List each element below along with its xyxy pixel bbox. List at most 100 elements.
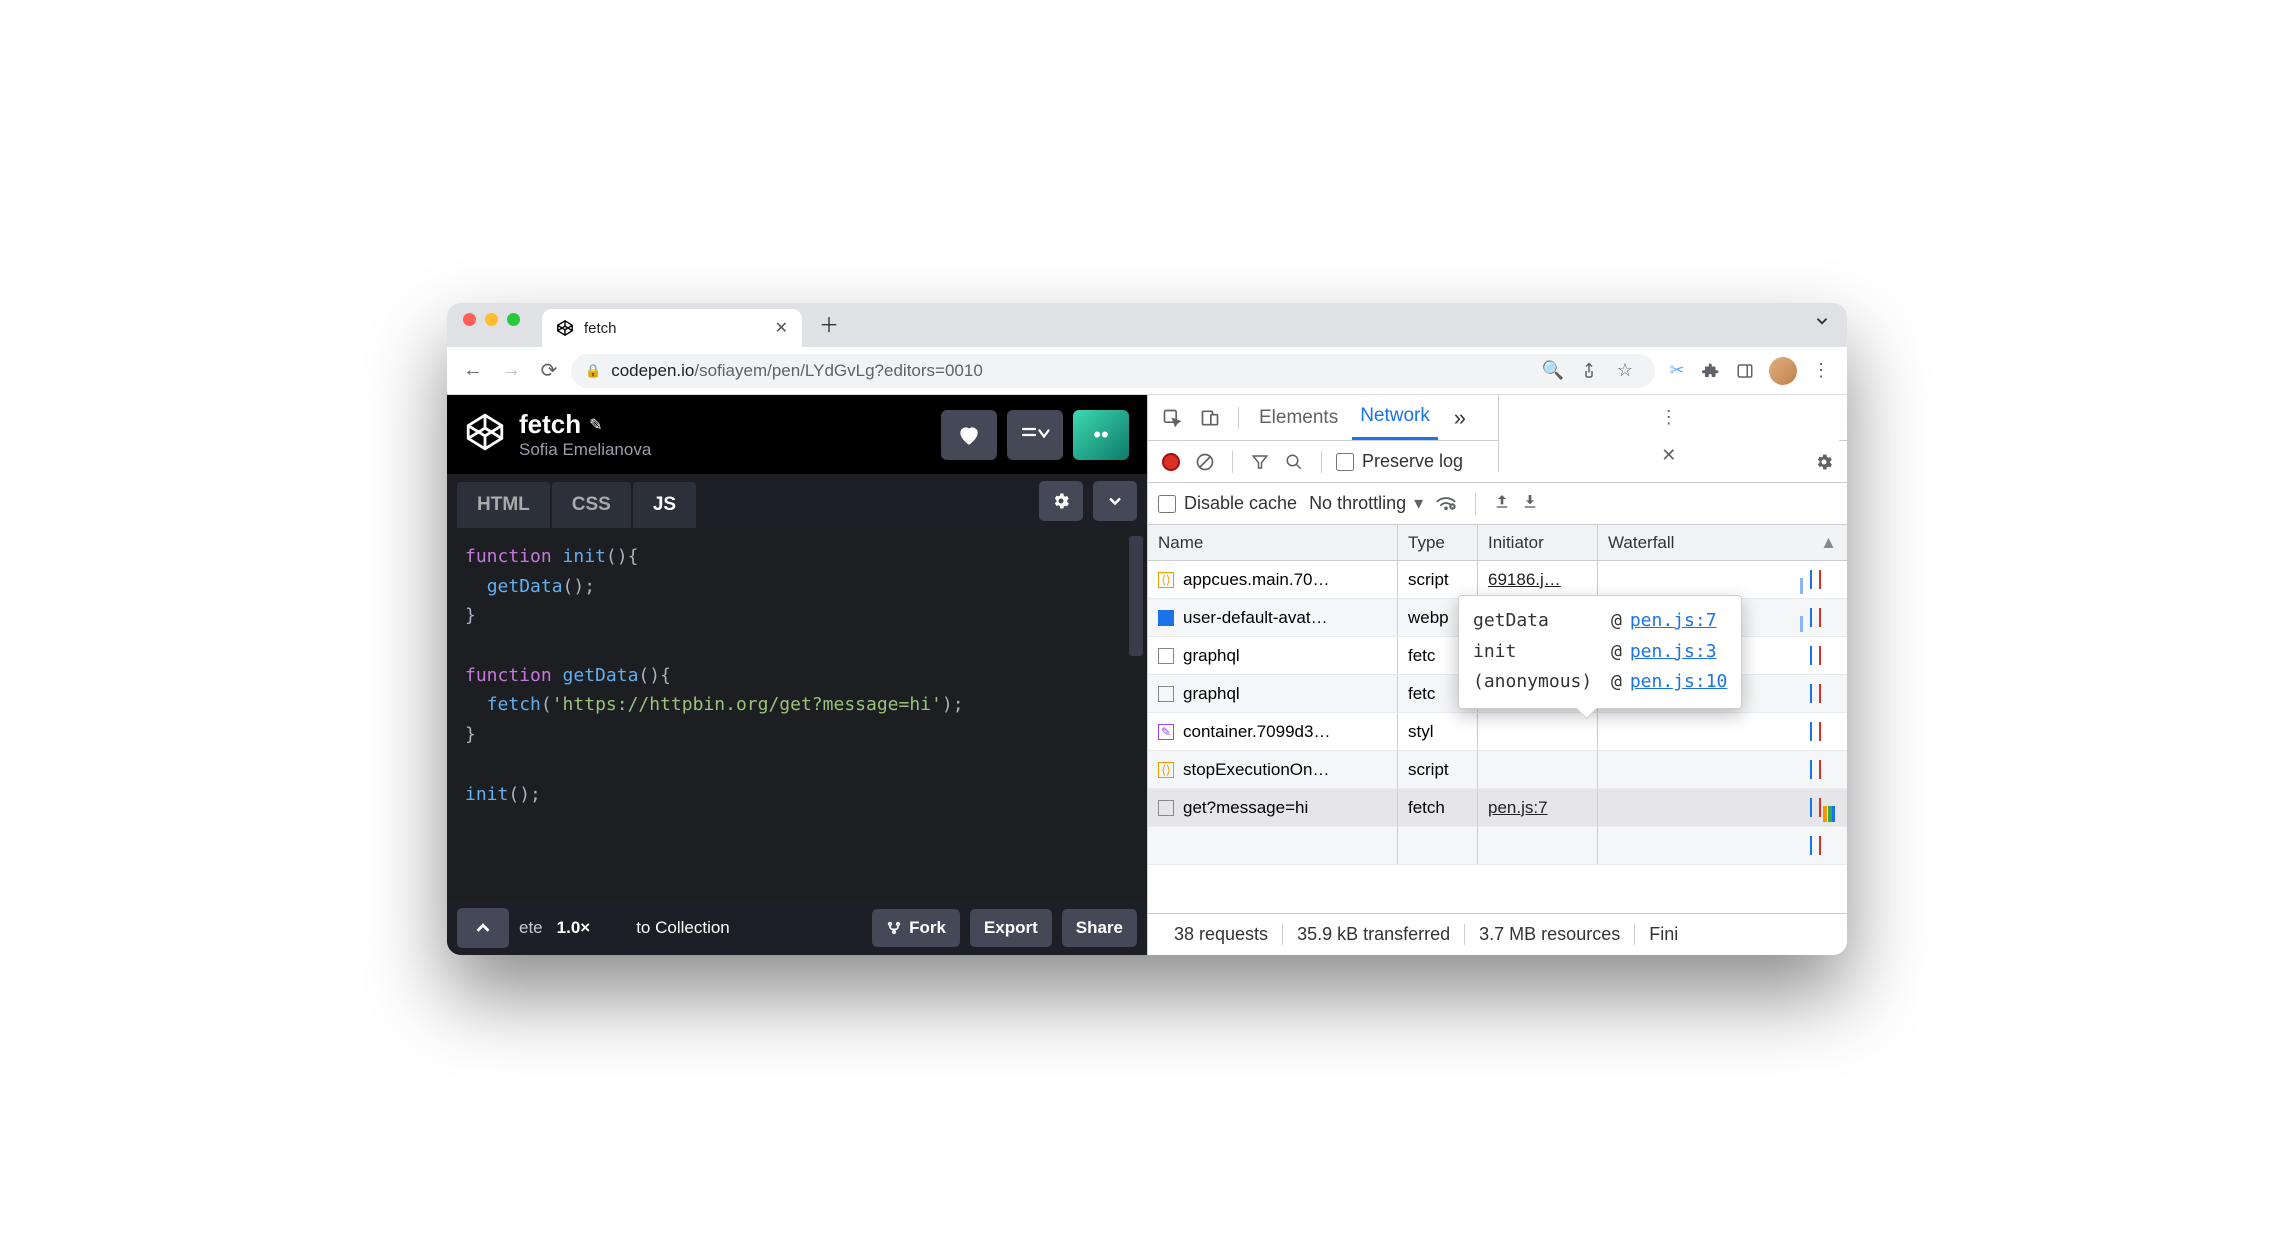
col-waterfall[interactable]: Waterfall▲ bbox=[1598, 525, 1847, 560]
zoom-window-button[interactable] bbox=[507, 313, 520, 326]
side-panel-icon[interactable] bbox=[1729, 355, 1761, 387]
status-transferred: 35.9 kB transferred bbox=[1283, 924, 1465, 945]
codepen-header: fetch ✎ Sofia Emelianova •• bbox=[447, 395, 1147, 474]
tab-network[interactable]: Network bbox=[1352, 395, 1438, 440]
table-row bbox=[1148, 827, 1847, 865]
table-row[interactable]: get?message=hi fetch pen.js:7 bbox=[1148, 789, 1847, 827]
pen-title: fetch bbox=[519, 409, 581, 440]
initiator-link[interactable]: 69186.j… bbox=[1488, 570, 1561, 590]
stack-link[interactable]: pen.js:10 bbox=[1630, 667, 1728, 698]
network-conditions-icon[interactable] bbox=[1435, 492, 1457, 515]
content-area: fetch ✎ Sofia Emelianova •• HTML bbox=[447, 395, 1847, 955]
new-tab-button[interactable]: ＋ bbox=[814, 308, 844, 338]
table-header: Name Type Initiator Waterfall▲ bbox=[1148, 525, 1847, 561]
view-switch-button[interactable] bbox=[1007, 410, 1063, 460]
col-type[interactable]: Type bbox=[1398, 525, 1478, 560]
waterfall-cell bbox=[1598, 713, 1847, 750]
scissors-extension-icon[interactable]: ✂ bbox=[1661, 355, 1693, 387]
window-controls bbox=[447, 313, 536, 338]
bookmark-star-icon[interactable]: ☆ bbox=[1609, 355, 1641, 387]
request-name: graphql bbox=[1183, 684, 1240, 704]
browser-window: fetch ✕ ＋ ← → ⟳ 🔒 codepen.io/sofiayem/pe… bbox=[447, 303, 1847, 955]
close-window-button[interactable] bbox=[463, 313, 476, 326]
share-button[interactable]: Share bbox=[1062, 909, 1137, 947]
minimize-window-button[interactable] bbox=[485, 313, 498, 326]
record-button[interactable] bbox=[1158, 449, 1184, 475]
request-name: get?message=hi bbox=[1183, 798, 1308, 818]
fork-button[interactable]: Fork bbox=[872, 909, 960, 947]
scrollbar-thumb[interactable] bbox=[1129, 536, 1143, 656]
export-button[interactable]: Export bbox=[970, 909, 1052, 947]
waterfall-cell bbox=[1598, 561, 1847, 598]
search-icon[interactable] bbox=[1281, 449, 1307, 475]
table-row[interactable]: ✎container.7099d3…styl bbox=[1148, 713, 1847, 751]
status-requests: 38 requests bbox=[1160, 924, 1283, 945]
pen-author[interactable]: Sofia Emelianova bbox=[519, 440, 651, 460]
network-status-bar: 38 requests 35.9 kB transferred 3.7 MB r… bbox=[1148, 913, 1847, 955]
tab-css[interactable]: CSS bbox=[552, 482, 631, 528]
address-bar[interactable]: 🔒 codepen.io/sofiayem/pen/LYdGvLg?editor… bbox=[571, 354, 1655, 388]
inspect-element-icon[interactable] bbox=[1156, 402, 1188, 434]
editor-settings-icon[interactable] bbox=[1039, 481, 1083, 521]
devtools-tabbar: Elements Network » ⋮ ✕ bbox=[1148, 395, 1847, 441]
browser-tab[interactable]: fetch ✕ bbox=[542, 309, 802, 347]
request-type: script bbox=[1398, 561, 1478, 598]
tab-elements[interactable]: Elements bbox=[1251, 397, 1346, 439]
zoom-indicator-icon[interactable]: 🔍 bbox=[1537, 355, 1569, 387]
codepen-logo-icon[interactable] bbox=[465, 412, 505, 457]
request-name: appcues.main.70… bbox=[1183, 570, 1329, 590]
tab-close-icon[interactable]: ✕ bbox=[775, 318, 788, 338]
preserve-log-checkbox[interactable]: Preserve log bbox=[1336, 451, 1463, 472]
device-toolbar-icon[interactable] bbox=[1194, 402, 1226, 434]
browser-menu-icon[interactable]: ⋮ bbox=[1805, 355, 1837, 387]
footer-delete-fragment[interactable]: ete bbox=[519, 918, 543, 938]
extensions-icon[interactable] bbox=[1695, 355, 1727, 387]
request-type-icon bbox=[1158, 686, 1174, 702]
network-table: Name Type Initiator Waterfall▲ ⟨⟩ appcues… bbox=[1148, 525, 1847, 913]
profile-avatar[interactable] bbox=[1769, 357, 1797, 385]
tab-js[interactable]: JS bbox=[633, 482, 696, 528]
network-settings-icon[interactable] bbox=[1811, 449, 1837, 475]
throttling-select[interactable]: No throttling ▾ bbox=[1309, 493, 1423, 514]
filter-icon[interactable] bbox=[1247, 449, 1273, 475]
waterfall-cell bbox=[1598, 789, 1847, 826]
disable-cache-checkbox[interactable]: Disable cache bbox=[1158, 493, 1297, 514]
col-initiator[interactable]: Initiator bbox=[1478, 525, 1598, 560]
table-row[interactable]: ⟨⟩ stopExecutionOn… script bbox=[1148, 751, 1847, 789]
initiator-link[interactable]: pen.js:7 bbox=[1488, 798, 1548, 818]
request-type: script bbox=[1398, 751, 1478, 788]
reload-button[interactable]: ⟳ bbox=[533, 355, 565, 387]
stack-link[interactable]: pen.js:3 bbox=[1630, 637, 1717, 668]
devtools-settings-icon[interactable] bbox=[1653, 395, 1685, 396]
tab-html[interactable]: HTML bbox=[457, 482, 550, 528]
request-type-icon: ⟨⟩ bbox=[1158, 762, 1174, 778]
request-type-icon bbox=[1158, 610, 1174, 626]
table-row[interactable]: ⟨⟩appcues.main.70…script69186.j… bbox=[1148, 561, 1847, 599]
tab-title: fetch bbox=[584, 320, 617, 337]
browser-toolbar: ← → ⟳ 🔒 codepen.io/sofiayem/pen/LYdGvLg?… bbox=[447, 347, 1847, 395]
forward-button: → bbox=[495, 355, 527, 387]
user-avatar[interactable]: •• bbox=[1073, 410, 1129, 460]
js-editor[interactable]: function init(){ getData(); } function g… bbox=[447, 528, 1147, 901]
back-button[interactable]: ← bbox=[457, 355, 489, 387]
tabs-dropdown-icon[interactable] bbox=[1813, 312, 1831, 335]
share-url-icon[interactable] bbox=[1573, 355, 1605, 387]
network-toolbar-2: Disable cache No throttling ▾ bbox=[1148, 483, 1847, 525]
download-har-icon[interactable] bbox=[1522, 492, 1538, 515]
editor-expand-icon[interactable] bbox=[1093, 481, 1137, 521]
stack-link[interactable]: pen.js:7 bbox=[1630, 606, 1717, 637]
edit-title-icon[interactable]: ✎ bbox=[589, 415, 602, 435]
footer-zoom[interactable]: 1.0× bbox=[557, 918, 591, 938]
devtools-menu-icon[interactable]: ⋮ bbox=[1653, 402, 1685, 434]
console-toggle-button[interactable] bbox=[457, 908, 509, 948]
request-type: fetch bbox=[1398, 789, 1478, 826]
request-name: graphql bbox=[1183, 646, 1240, 666]
love-button[interactable] bbox=[941, 410, 997, 460]
request-name: stopExecutionOn… bbox=[1183, 760, 1329, 780]
to-collection-button[interactable]: to Collection bbox=[622, 909, 744, 947]
clear-log-icon[interactable] bbox=[1192, 449, 1218, 475]
request-type-icon bbox=[1158, 648, 1174, 664]
col-name[interactable]: Name bbox=[1148, 525, 1398, 560]
upload-har-icon[interactable] bbox=[1494, 492, 1510, 515]
more-tabs-icon[interactable]: » bbox=[1444, 402, 1476, 434]
